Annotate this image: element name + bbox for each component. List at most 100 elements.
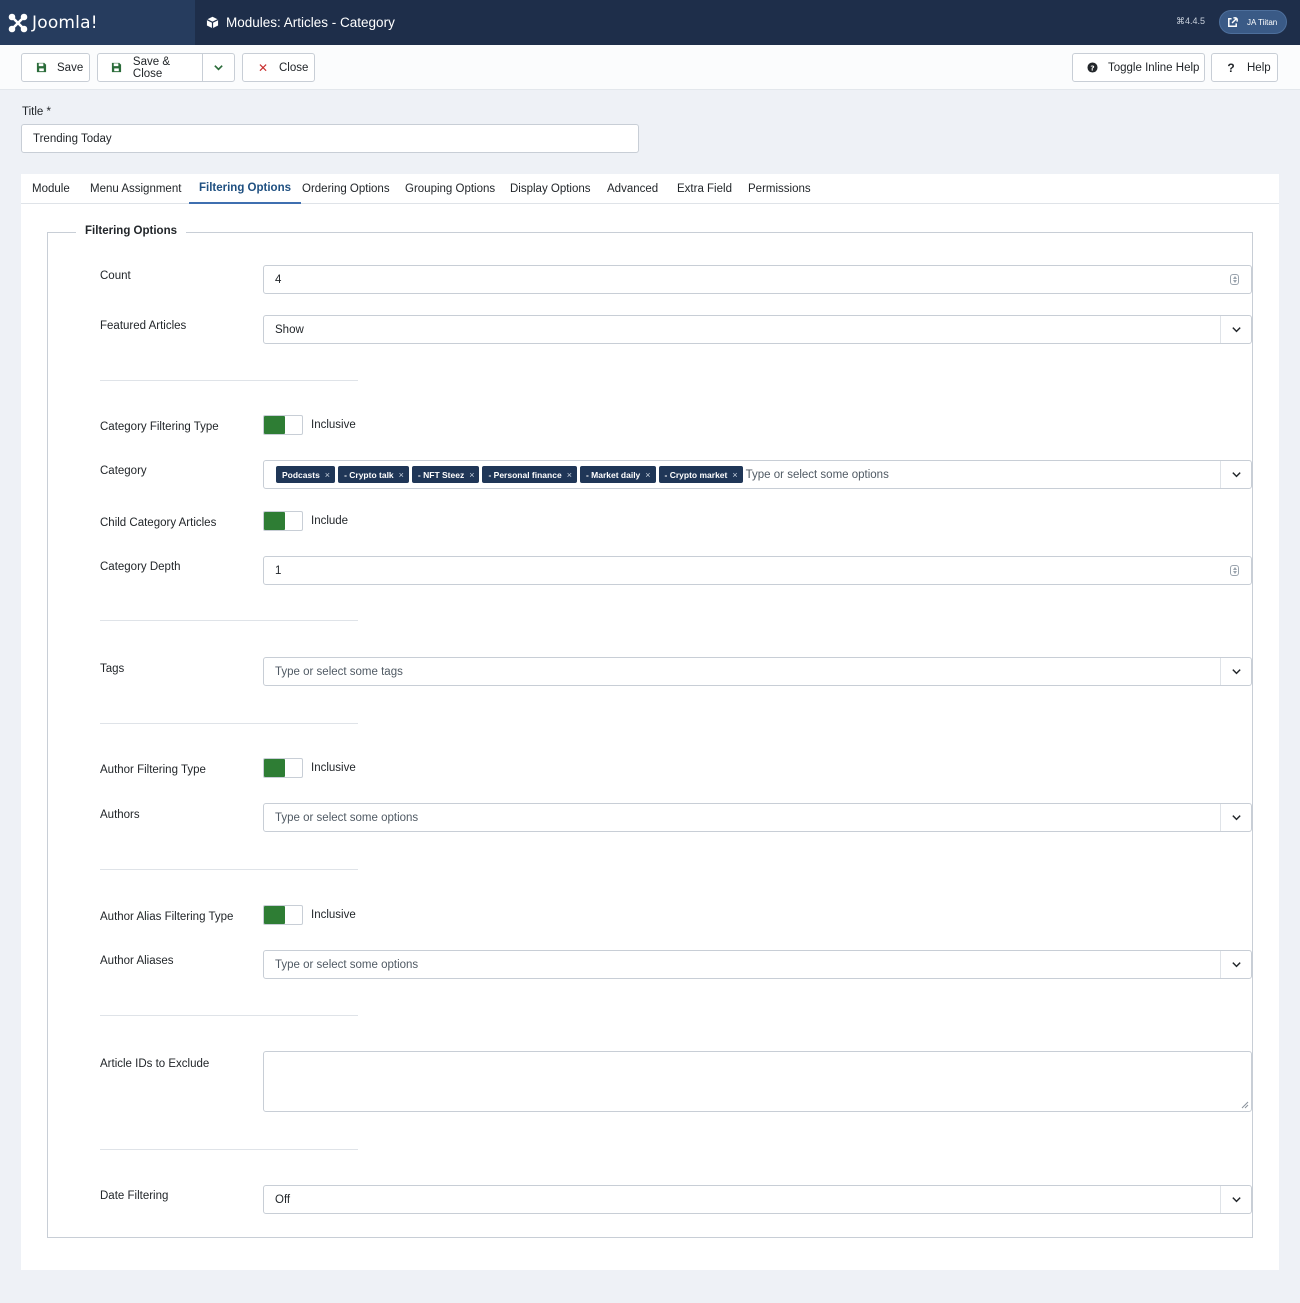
- help-button[interactable]: ? Help: [1211, 53, 1278, 82]
- category-chip[interactable]: - Market daily ×: [579, 466, 656, 483]
- chevron-down-icon: [1220, 658, 1251, 685]
- date-filtering-select[interactable]: Off: [263, 1185, 1252, 1214]
- switch-knob: [264, 416, 285, 434]
- category-multiselect[interactable]: Podcasts × - Crypto talk × - NFT Steez × - …: [263, 460, 1252, 489]
- tab-permissions[interactable]: Permissions: [748, 174, 811, 204]
- chip-label: - Market daily: [585, 469, 641, 480]
- count-input[interactable]: 4: [263, 265, 1252, 294]
- filtering-options-fieldset: Filtering Options Count 4 Featured Artic…: [47, 225, 1253, 1238]
- category-filtering-type-value: Inclusive: [311, 419, 356, 431]
- switch-knob: [264, 512, 285, 530]
- category-chip[interactable]: - Crypto market ×: [658, 466, 743, 483]
- svg-text:?: ?: [1090, 63, 1094, 72]
- toggle-inline-help-button[interactable]: ? Toggle Inline Help: [1072, 53, 1205, 82]
- remove-icon[interactable]: ×: [399, 470, 404, 480]
- brand-name: Joomla!: [32, 12, 98, 33]
- author-filtering-type-value: Inclusive: [311, 762, 356, 774]
- remove-icon[interactable]: ×: [469, 470, 474, 480]
- title-input[interactable]: Trending Today: [21, 124, 639, 153]
- close-button[interactable]: ✕ Close: [242, 53, 315, 82]
- top-header: Joomla! Modules: Articles - Category ⌘4.…: [0, 0, 1300, 45]
- chip-label: Podcasts: [282, 469, 320, 480]
- authors-multiselect[interactable]: Type or select some options: [263, 803, 1252, 832]
- author-alias-filtering-type-switch[interactable]: [263, 905, 303, 925]
- page-title-text: Modules: Articles - Category: [226, 15, 395, 30]
- featured-articles-label: Featured Articles: [100, 320, 187, 332]
- tab-advanced[interactable]: Advanced: [607, 174, 658, 204]
- tab-extra-field[interactable]: Extra Field: [677, 174, 732, 204]
- question-circle-icon: ?: [1086, 61, 1098, 74]
- tab-display-options[interactable]: Display Options: [510, 174, 591, 204]
- category-filtering-type-switch[interactable]: [263, 415, 303, 435]
- tags-placeholder: Type or select some tags: [275, 665, 403, 678]
- author-aliases-multiselect[interactable]: Type or select some options: [263, 950, 1252, 979]
- section-divider: [100, 1149, 358, 1150]
- chevron-down-icon: [1220, 316, 1251, 343]
- article-ids-exclude-textarea[interactable]: [263, 1051, 1252, 1112]
- tab-ordering-options[interactable]: Ordering Options: [302, 174, 390, 204]
- chevron-down-icon: [1220, 461, 1251, 488]
- category-depth-label: Category Depth: [100, 561, 181, 573]
- save-options-dropdown[interactable]: [202, 53, 235, 82]
- author-aliases-placeholder: Type or select some options: [275, 958, 419, 971]
- remove-icon[interactable]: ×: [645, 470, 650, 480]
- category-chip[interactable]: - Personal finance ×: [482, 466, 577, 483]
- featured-articles-value: Show: [275, 323, 304, 336]
- chevron-down-icon: [1220, 951, 1251, 978]
- category-depth-input[interactable]: 1: [263, 556, 1252, 585]
- remove-icon[interactable]: ×: [732, 470, 737, 480]
- tags-multiselect[interactable]: Type or select some tags: [263, 657, 1252, 686]
- section-divider: [100, 1015, 358, 1016]
- site-link-button[interactable]: JA Tiitan: [1219, 10, 1287, 34]
- category-filtering-type-label: Category Filtering Type: [100, 421, 219, 433]
- chip-label: - NFT Steez: [417, 469, 465, 480]
- date-filtering-label: Date Filtering: [100, 1190, 169, 1202]
- title-input-value: Trending Today: [33, 132, 112, 145]
- count-label: Count: [100, 270, 131, 282]
- save-label: Save: [57, 61, 84, 74]
- joomla-logo[interactable]: Joomla!: [0, 0, 195, 45]
- chevron-down-icon: [1220, 1186, 1251, 1213]
- tab-menu-assignment[interactable]: Menu Assignment: [90, 174, 181, 204]
- chevron-down-icon: [1220, 804, 1251, 831]
- switch-knob: [264, 906, 285, 924]
- chip-label: - Personal finance: [488, 469, 562, 480]
- number-spinner-icon[interactable]: [1230, 274, 1239, 285]
- page-title: Modules: Articles - Category: [206, 0, 395, 45]
- category-chip[interactable]: - Crypto talk ×: [338, 466, 409, 483]
- author-aliases-label: Author Aliases: [100, 955, 174, 967]
- author-alias-filtering-type-value: Inclusive: [311, 909, 356, 921]
- remove-icon[interactable]: ×: [567, 470, 572, 480]
- tab-bar: Module Menu Assignment Filtering Options…: [21, 174, 1279, 204]
- category-label: Category: [100, 465, 147, 477]
- author-alias-filtering-type-label: Author Alias Filtering Type: [100, 911, 234, 923]
- tab-module[interactable]: Module: [32, 174, 70, 204]
- tab-grouping-options[interactable]: Grouping Options: [405, 174, 495, 204]
- featured-articles-select[interactable]: Show: [263, 315, 1252, 344]
- save-close-label: Save & Close: [132, 55, 170, 80]
- category-chip[interactable]: - NFT Steez ×: [411, 466, 480, 483]
- tab-filtering-options[interactable]: Filtering Options: [189, 174, 301, 204]
- number-spinner-icon[interactable]: [1230, 565, 1239, 576]
- close-label: Close: [279, 61, 309, 74]
- close-icon: ✕: [257, 60, 269, 75]
- toolbar: Save Save & Close ✕ Close ? Toggle Inlin…: [0, 45, 1300, 90]
- child-category-articles-switch[interactable]: [263, 511, 303, 531]
- category-chip[interactable]: Podcasts ×: [276, 466, 336, 483]
- resize-grip-icon[interactable]: [1241, 1101, 1249, 1109]
- floppy-disk-icon: [35, 62, 47, 74]
- joomla-icon: [8, 13, 28, 33]
- category-search-placeholder[interactable]: Type or select some options: [746, 469, 889, 481]
- author-filtering-type-label: Author Filtering Type: [100, 764, 206, 776]
- floppy-disk-icon: [111, 62, 123, 74]
- save-button[interactable]: Save: [21, 53, 90, 82]
- save-close-button[interactable]: Save & Close: [97, 53, 203, 82]
- article-ids-exclude-label: Article IDs to Exclude: [100, 1058, 210, 1070]
- child-category-articles-label: Child Category Articles: [100, 517, 217, 529]
- author-filtering-type-switch[interactable]: [263, 758, 303, 778]
- remove-icon[interactable]: ×: [325, 470, 330, 480]
- section-divider: [100, 620, 358, 621]
- help-label: Help: [1247, 61, 1271, 74]
- version-badge: ⌘4.4.5: [1176, 16, 1206, 26]
- category-depth-value: 1: [275, 564, 282, 577]
